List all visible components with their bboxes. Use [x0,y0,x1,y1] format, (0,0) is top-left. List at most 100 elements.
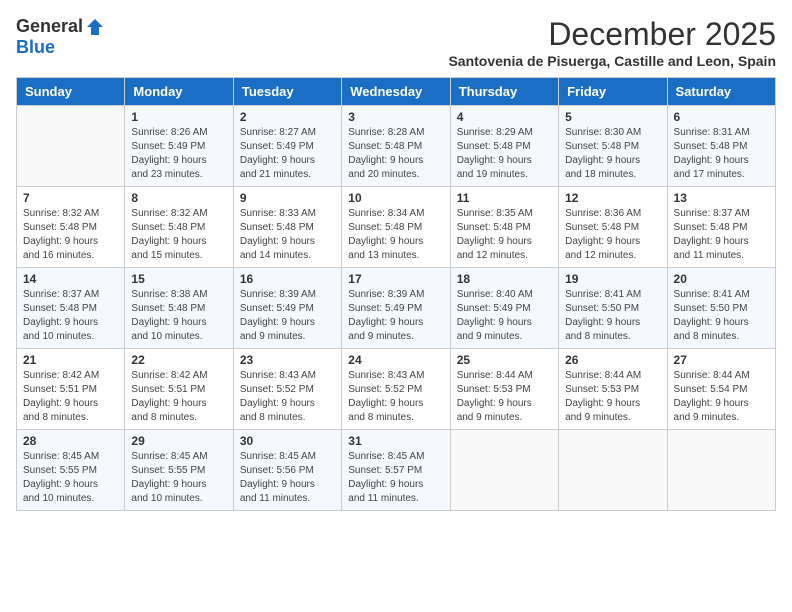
calendar-cell: 16Sunrise: 8:39 AM Sunset: 5:49 PM Dayli… [233,268,341,349]
calendar-cell: 31Sunrise: 8:45 AM Sunset: 5:57 PM Dayli… [342,430,450,511]
calendar-table: SundayMondayTuesdayWednesdayThursdayFrid… [16,77,776,511]
day-of-week-header: Monday [125,78,233,106]
calendar-cell [17,106,125,187]
day-number: 26 [565,353,660,367]
calendar-cell: 11 Sunrise: 8:35 AM Sunset: 5:48 PM Dayli… [450,187,558,268]
day-of-week-header: Sunday [17,78,125,106]
calendar-cell: 7Sunrise: 8:32 AM Sunset: 5:48 PM Daylig… [17,187,125,268]
calendar-cell: 26 Sunrise: 8:44 AM Sunset: 5:53 PM Dayli… [559,349,667,430]
day-number: 25 [457,353,552,367]
day-number: 22 [131,353,226,367]
calendar-cell: 1 Sunrise: 8:26 AM Sunset: 5:49 PM Daylig… [125,106,233,187]
location-subtitle: Santovenia de Pisuerga, Castille and Leo… [448,53,776,69]
day-info: Sunrise: 8:33 AM Sunset: 5:48 PM Dayligh… [240,207,335,263]
calendar-week-row: 7Sunrise: 8:32 AM Sunset: 5:48 PM Daylig… [17,187,776,268]
day-info: Sunrise: 8:41 AM Sunset: 5:50 PM Dayligh… [674,288,769,344]
logo: General Blue [16,16,105,58]
day-info: Sunrise: 8:44 AM Sunset: 5:53 PM Dayligh… [565,369,660,425]
day-info: Sunrise: 8:26 AM Sunset: 5:49 PM Dayligh… [131,126,226,182]
calendar-cell: 5Sunrise: 8:30 AM Sunset: 5:48 PM Daylig… [559,106,667,187]
calendar-cell: 24 Sunrise: 8:43 AM Sunset: 5:52 PM Dayli… [342,349,450,430]
day-info: Sunrise: 8:30 AM Sunset: 5:48 PM Dayligh… [565,126,660,182]
day-of-week-header: Thursday [450,78,558,106]
calendar-cell: 6Sunrise: 8:31 AM Sunset: 5:48 PM Daylig… [667,106,775,187]
day-number: 4 [457,110,552,124]
day-info: Sunrise: 8:31 AM Sunset: 5:48 PM Dayligh… [674,126,769,182]
calendar-header-row: SundayMondayTuesdayWednesdayThursdayFrid… [17,78,776,106]
day-info: Sunrise: 8:43 AM Sunset: 5:52 PM Dayligh… [240,369,335,425]
day-info: Sunrise: 8:43 AM Sunset: 5:52 PM Dayligh… [348,369,443,425]
day-number: 11 [457,191,552,205]
day-of-week-header: Saturday [667,78,775,106]
day-info: Sunrise: 8:44 AM Sunset: 5:54 PM Dayligh… [674,369,769,425]
day-number: 21 [23,353,118,367]
day-number: 29 [131,434,226,448]
day-info: Sunrise: 8:34 AM Sunset: 5:48 PM Dayligh… [348,207,443,263]
day-number: 30 [240,434,335,448]
day-number: 9 [240,191,335,205]
day-info: Sunrise: 8:27 AM Sunset: 5:49 PM Dayligh… [240,126,335,182]
day-number: 20 [674,272,769,286]
logo-icon [85,17,105,37]
day-number: 1 [131,110,226,124]
day-info: Sunrise: 8:42 AM Sunset: 5:51 PM Dayligh… [131,369,226,425]
calendar-cell: 30 Sunrise: 8:45 AM Sunset: 5:56 PM Dayli… [233,430,341,511]
day-info: Sunrise: 8:39 AM Sunset: 5:49 PM Dayligh… [240,288,335,344]
day-info: Sunrise: 8:38 AM Sunset: 5:48 PM Dayligh… [131,288,226,344]
logo-general-text: General [16,16,83,37]
calendar-cell: 12Sunrise: 8:36 AM Sunset: 5:48 PM Dayli… [559,187,667,268]
calendar-cell: 22 Sunrise: 8:42 AM Sunset: 5:51 PM Dayli… [125,349,233,430]
calendar-cell: 8 Sunrise: 8:32 AM Sunset: 5:48 PM Daylig… [125,187,233,268]
day-info: Sunrise: 8:45 AM Sunset: 5:55 PM Dayligh… [23,450,118,506]
calendar-week-row: 28 Sunrise: 8:45 AM Sunset: 5:55 PM Dayli… [17,430,776,511]
day-number: 28 [23,434,118,448]
day-info: Sunrise: 8:32 AM Sunset: 5:48 PM Dayligh… [23,207,118,263]
day-number: 13 [674,191,769,205]
calendar-cell: 28 Sunrise: 8:45 AM Sunset: 5:55 PM Dayli… [17,430,125,511]
day-number: 31 [348,434,443,448]
calendar-cell [667,430,775,511]
day-info: Sunrise: 8:45 AM Sunset: 5:55 PM Dayligh… [131,450,226,506]
day-number: 15 [131,272,226,286]
day-info: Sunrise: 8:32 AM Sunset: 5:48 PM Dayligh… [131,207,226,263]
calendar-cell [450,430,558,511]
day-number: 2 [240,110,335,124]
day-info: Sunrise: 8:35 AM Sunset: 5:48 PM Dayligh… [457,207,552,263]
day-number: 27 [674,353,769,367]
day-number: 23 [240,353,335,367]
calendar-cell: 20 Sunrise: 8:41 AM Sunset: 5:50 PM Dayli… [667,268,775,349]
day-info: Sunrise: 8:29 AM Sunset: 5:48 PM Dayligh… [457,126,552,182]
day-info: Sunrise: 8:40 AM Sunset: 5:49 PM Dayligh… [457,288,552,344]
calendar-cell: 21 Sunrise: 8:42 AM Sunset: 5:51 PM Dayli… [17,349,125,430]
calendar-week-row: 1 Sunrise: 8:26 AM Sunset: 5:49 PM Daylig… [17,106,776,187]
calendar-cell: 19 Sunrise: 8:41 AM Sunset: 5:50 PM Dayli… [559,268,667,349]
day-number: 10 [348,191,443,205]
calendar-cell: 25Sunrise: 8:44 AM Sunset: 5:53 PM Dayli… [450,349,558,430]
day-info: Sunrise: 8:37 AM Sunset: 5:48 PM Dayligh… [23,288,118,344]
day-info: Sunrise: 8:41 AM Sunset: 5:50 PM Dayligh… [565,288,660,344]
calendar-cell: 18 Sunrise: 8:40 AM Sunset: 5:49 PM Dayli… [450,268,558,349]
calendar-cell: 17Sunrise: 8:39 AM Sunset: 5:49 PM Dayli… [342,268,450,349]
day-info: Sunrise: 8:45 AM Sunset: 5:56 PM Dayligh… [240,450,335,506]
day-number: 8 [131,191,226,205]
day-number: 24 [348,353,443,367]
calendar-cell [559,430,667,511]
calendar-cell: 9 Sunrise: 8:33 AM Sunset: 5:48 PM Daylig… [233,187,341,268]
day-info: Sunrise: 8:28 AM Sunset: 5:48 PM Dayligh… [348,126,443,182]
day-of-week-header: Wednesday [342,78,450,106]
day-info: Sunrise: 8:42 AM Sunset: 5:51 PM Dayligh… [23,369,118,425]
calendar-cell: 10 Sunrise: 8:34 AM Sunset: 5:48 PM Dayli… [342,187,450,268]
day-number: 19 [565,272,660,286]
calendar-cell: 29 Sunrise: 8:45 AM Sunset: 5:55 PM Dayli… [125,430,233,511]
day-info: Sunrise: 8:37 AM Sunset: 5:48 PM Dayligh… [674,207,769,263]
calendar-cell: 2 Sunrise: 8:27 AM Sunset: 5:49 PM Daylig… [233,106,341,187]
day-number: 3 [348,110,443,124]
calendar-cell: 4 Sunrise: 8:29 AM Sunset: 5:48 PM Daylig… [450,106,558,187]
calendar-cell: 14 Sunrise: 8:37 AM Sunset: 5:48 PM Dayli… [17,268,125,349]
day-of-week-header: Friday [559,78,667,106]
day-number: 14 [23,272,118,286]
calendar-cell: 27 Sunrise: 8:44 AM Sunset: 5:54 PM Dayli… [667,349,775,430]
day-number: 18 [457,272,552,286]
logo-blue-text: Blue [16,37,55,58]
day-number: 17 [348,272,443,286]
